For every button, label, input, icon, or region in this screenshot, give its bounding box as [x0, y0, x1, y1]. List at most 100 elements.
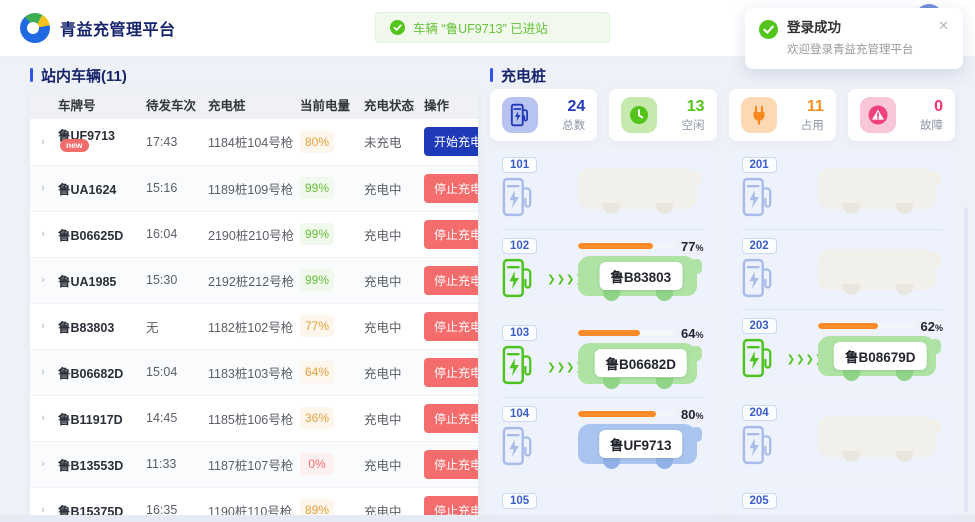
- pile-number-badge: 205: [742, 493, 777, 509]
- pile-stats-row: 24 总数 13 空闲 11 占用 0 故障: [490, 89, 955, 141]
- piles-section-title-text: 充电桩: [501, 65, 546, 86]
- bus-plate: 鲁B08679D: [834, 342, 927, 370]
- pile-grid: 101 102 ❯❯❯❯ 77%: [490, 149, 955, 522]
- login-success-popup: 登录成功 欢迎登录青益充管理平台 ✕: [745, 8, 963, 69]
- battery-badge: 36%: [300, 407, 334, 429]
- charge-status: 充电中: [362, 303, 422, 349]
- stop-charging-button[interactable]: 停止充电: [424, 312, 478, 341]
- expand-chevron-icon[interactable]: ›: [30, 349, 56, 395]
- stop-charging-button[interactable]: 停止充电: [424, 450, 478, 479]
- charge-progress-bar: 80%: [578, 407, 704, 421]
- charging-station-icon: [502, 257, 534, 299]
- pile-row-102: 102 ❯❯❯❯ 77% 鲁B83803: [502, 229, 704, 309]
- expand-chevron-icon[interactable]: ›: [30, 303, 56, 349]
- start-charging-button[interactable]: 开始充电: [424, 127, 478, 156]
- charging-flow-icon: ❯❯❯❯: [794, 318, 818, 381]
- pile-row-101: 101: [502, 149, 704, 229]
- empty-bay-bus-silhouette: [818, 249, 944, 295]
- pile-card: 201 202: [730, 149, 956, 389]
- stat-card-idle: 13 空闲: [609, 89, 716, 141]
- battery-badge: 99%: [300, 223, 334, 245]
- toast-text: 车辆 “鲁UF9713” 已进站: [413, 18, 548, 37]
- charge-status: 充电中: [362, 441, 422, 487]
- expand-chevron-icon[interactable]: ›: [30, 395, 56, 441]
- expand-chevron-icon[interactable]: ›: [30, 257, 56, 303]
- stop-charging-button[interactable]: 停止充电: [424, 220, 478, 249]
- expand-chevron-icon[interactable]: ›: [30, 441, 56, 487]
- column-header: 充电状态: [362, 89, 422, 119]
- vehicle-row: › 鲁B06625D 16:04 2190桩210号枪 99% 充电中 停止充电: [30, 211, 478, 257]
- close-icon[interactable]: ✕: [938, 19, 949, 33]
- charging-station-icon: [502, 176, 534, 218]
- column-header: 充电桩: [206, 89, 298, 119]
- vehicle-row: › 鲁B83803 无 1182桩102号枪 77% 充电中 停止充电: [30, 303, 478, 349]
- table-header-row: 车牌号待发车次充电桩当前电量充电状态操作: [30, 89, 478, 119]
- stat-value: 0: [920, 98, 943, 115]
- app-logo-icon: [20, 13, 50, 43]
- login-popup-subtitle: 欢迎登录青益充管理平台: [787, 41, 929, 57]
- pile-number-badge: 202: [742, 238, 777, 254]
- bus-graphic: 鲁B83803: [578, 256, 704, 301]
- stat-value: 13: [682, 98, 705, 115]
- pile-assignment: 2190桩210号枪: [206, 211, 298, 257]
- stop-charging-button[interactable]: 停止充电: [424, 174, 478, 203]
- empty-bay-bus-silhouette: [578, 168, 704, 214]
- horizontal-scrollbar[interactable]: [0, 515, 975, 522]
- column-header: 车牌号: [56, 89, 144, 119]
- pile-assignment: 2192桩212号枪: [206, 257, 298, 303]
- charge-status: 充电中: [362, 211, 422, 257]
- pile-row-202: 202: [742, 229, 944, 309]
- app-title: 青益充管理平台: [60, 16, 176, 40]
- pile-column: 201 202: [730, 149, 956, 522]
- charge-percent: 62%: [921, 319, 943, 334]
- charging-station-icon: [502, 344, 534, 386]
- pile-number-badge: 101: [502, 157, 537, 173]
- battery-badge: 99%: [300, 177, 334, 199]
- pile-number-badge: 103: [502, 325, 537, 341]
- vehicle-plate: 鲁B83803: [58, 321, 114, 335]
- pile-panel-scrollbar[interactable]: [964, 207, 968, 512]
- charge-percent: 80%: [681, 407, 703, 422]
- stat-value: 11: [801, 98, 824, 115]
- next-trip-time: 15:30: [144, 257, 206, 303]
- vehicle-plate: 鲁B11917D: [58, 413, 123, 427]
- next-trip-time: 17:43: [144, 119, 206, 165]
- plug-icon: [741, 97, 777, 133]
- vehicle-table-card: 车牌号待发车次充电桩当前电量充电状态操作 › 鲁UF9713new 17:43 …: [30, 89, 478, 522]
- pile-number-badge: 104: [502, 406, 537, 422]
- pile-assignment: 1184桩104号枪: [206, 119, 298, 165]
- bus-graphic: 鲁UF9713: [578, 424, 704, 469]
- expand-chevron-icon[interactable]: ›: [30, 119, 56, 165]
- charging-station-icon: [742, 337, 774, 379]
- pile-card: 101 102 ❯❯❯❯ 77%: [490, 149, 716, 309]
- pile-assignment: 1185桩106号枪: [206, 395, 298, 441]
- column-header: 当前电量: [298, 89, 362, 119]
- expand-chevron-icon[interactable]: ›: [30, 211, 56, 257]
- charging-flow-icon: ❯❯❯❯: [554, 238, 578, 301]
- vehicle-arrival-toast: 车辆 “鲁UF9713” 已进站: [375, 12, 610, 43]
- stat-label: 空闲: [682, 117, 705, 133]
- vehicles-section-title-text: 站内车辆(11): [41, 65, 127, 86]
- next-trip-time: 无: [144, 303, 206, 349]
- vehicle-row: › 鲁UF9713new 17:43 1184桩104号枪 80% 未充电 开始…: [30, 119, 478, 165]
- new-badge: new: [60, 139, 89, 152]
- battery-badge: 77%: [300, 315, 334, 337]
- pile-number-badge: 203: [742, 318, 777, 334]
- pile-number-badge: 204: [742, 405, 777, 421]
- stop-charging-button[interactable]: 停止充电: [424, 266, 478, 295]
- vehicle-plate: 鲁B13553D: [58, 459, 123, 473]
- pile-card: 204: [730, 397, 956, 477]
- expand-chevron-icon[interactable]: ›: [30, 165, 56, 211]
- battery-badge: 80%: [300, 131, 334, 153]
- pile-row-103: 103 ❯❯❯❯ 64% 鲁B06682D: [502, 317, 704, 397]
- pile-assignment: 1182桩102号枪: [206, 303, 298, 349]
- charge-progress-bar: 64%: [578, 326, 704, 340]
- charging-station-icon: [742, 176, 774, 218]
- charge-progress-bar: 77%: [578, 239, 704, 253]
- stop-charging-button[interactable]: 停止充电: [424, 358, 478, 387]
- column-header-expand: [30, 89, 56, 119]
- battery-badge: 64%: [300, 361, 334, 383]
- battery-badge: 99%: [300, 269, 334, 291]
- stop-charging-button[interactable]: 停止充电: [424, 404, 478, 433]
- stat-label: 占用: [801, 117, 824, 133]
